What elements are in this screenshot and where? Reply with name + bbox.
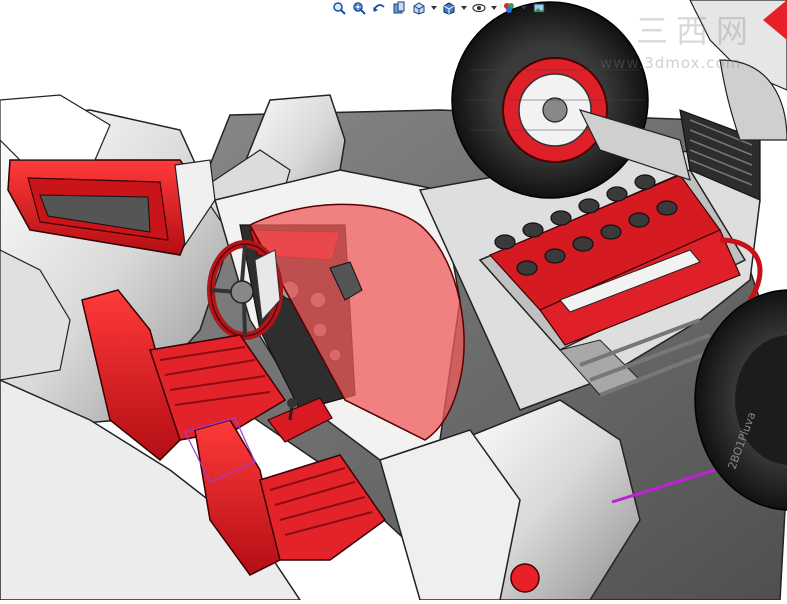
- zoom-to-area-button[interactable]: [350, 0, 368, 16]
- steering-wheel: [207, 240, 283, 340]
- section-view-icon: [393, 1, 405, 14]
- rear-wheel-top: [451, 1, 649, 199]
- view-orientation-icon: [413, 2, 425, 15]
- previous-view-button[interactable]: [370, 0, 388, 16]
- edit-appearance-icon: [504, 3, 514, 13]
- display-style-dropdown[interactable]: [460, 0, 468, 16]
- apply-scene-button[interactable]: [530, 0, 548, 16]
- display-style-button[interactable]: [440, 0, 458, 16]
- view-orientation-button[interactable]: [410, 0, 428, 16]
- display-style-icon: [443, 2, 455, 15]
- previous-view-icon: [373, 4, 385, 12]
- chevron-down-icon: [491, 6, 497, 10]
- corner-flag-icon: [763, 0, 787, 40]
- graphics-viewport[interactable]: 2BO1Pluva 三 西 网 www.3dmox.com: [0, 0, 787, 601]
- section-view-button[interactable]: [390, 0, 408, 16]
- hide-show-dropdown[interactable]: [490, 0, 498, 16]
- hide-show-items-icon: [472, 3, 486, 13]
- edit-appearance-dropdown[interactable]: [520, 0, 528, 16]
- hide-show-items-button[interactable]: [470, 0, 488, 16]
- chevron-down-icon: [461, 6, 467, 10]
- left-canopy: [0, 94, 111, 161]
- zoom-to-area-icon: [353, 2, 366, 15]
- car-model-render[interactable]: 2BO1Pluva: [0, 0, 787, 601]
- chevron-down-icon: [431, 6, 437, 10]
- heads-up-view-toolbar: [330, 0, 548, 16]
- apply-scene-icon: [533, 3, 545, 13]
- tail-light: [510, 563, 540, 593]
- zoom-to-fit-button[interactable]: [330, 0, 348, 16]
- chevron-down-icon: [521, 6, 527, 10]
- edit-appearance-button[interactable]: [500, 0, 518, 16]
- zoom-to-fit-icon: [333, 2, 346, 15]
- view-orientation-dropdown[interactable]: [430, 0, 438, 16]
